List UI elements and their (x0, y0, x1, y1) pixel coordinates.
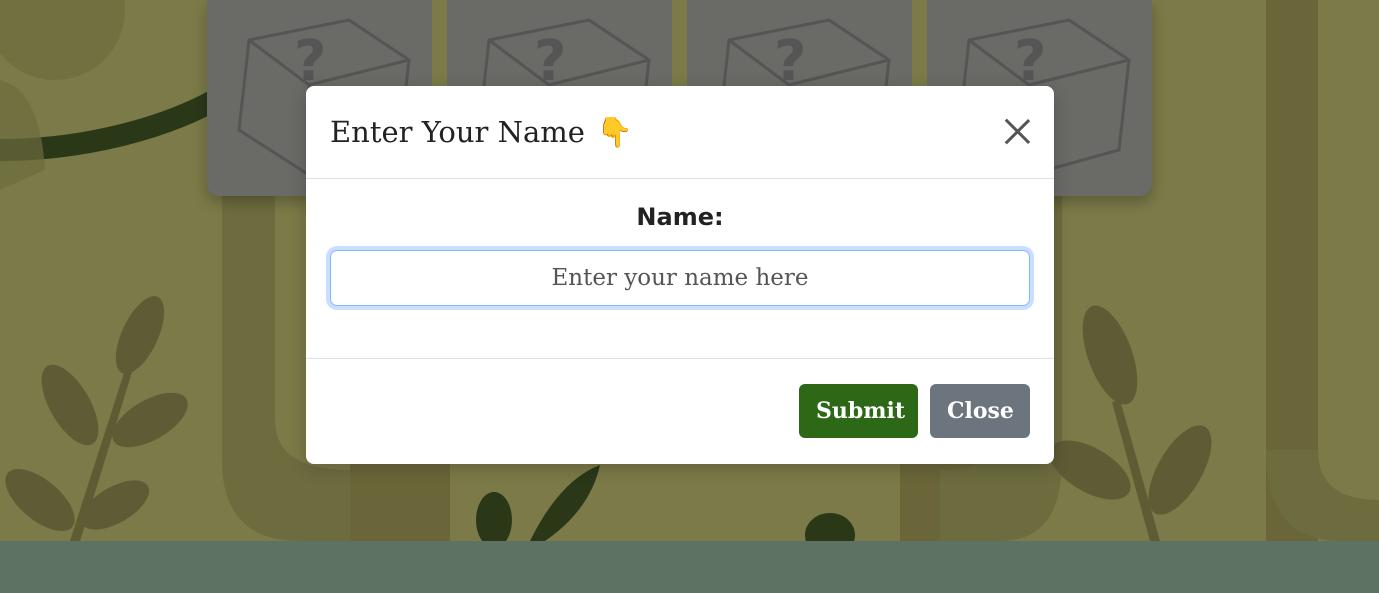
pointing-down-icon: 👇 (596, 114, 634, 149)
close-button[interactable]: Close (930, 384, 1030, 438)
modal-title-text: Enter Your Name (330, 115, 585, 149)
submit-button[interactable]: Submit (799, 384, 918, 438)
name-label: Name: (636, 203, 724, 231)
modal-footer: Submit Close (306, 359, 1054, 463)
modal-title: Enter Your Name 👇 (330, 115, 633, 150)
ground-strip (0, 541, 1379, 593)
svg-text:?: ? (1014, 29, 1046, 94)
name-modal: Enter Your Name 👇 Name: Submit Close (306, 86, 1054, 464)
close-icon[interactable] (1002, 117, 1032, 147)
svg-text:?: ? (774, 29, 806, 94)
modal-header: Enter Your Name 👇 (306, 86, 1054, 179)
name-input[interactable] (330, 250, 1030, 306)
svg-text:?: ? (294, 29, 326, 94)
svg-text:?: ? (534, 29, 566, 94)
modal-body: Name: (306, 179, 1054, 359)
game-scene: ? ? ? ? Enter Your Name 👇 Name: Enter yo… (0, 0, 1379, 593)
